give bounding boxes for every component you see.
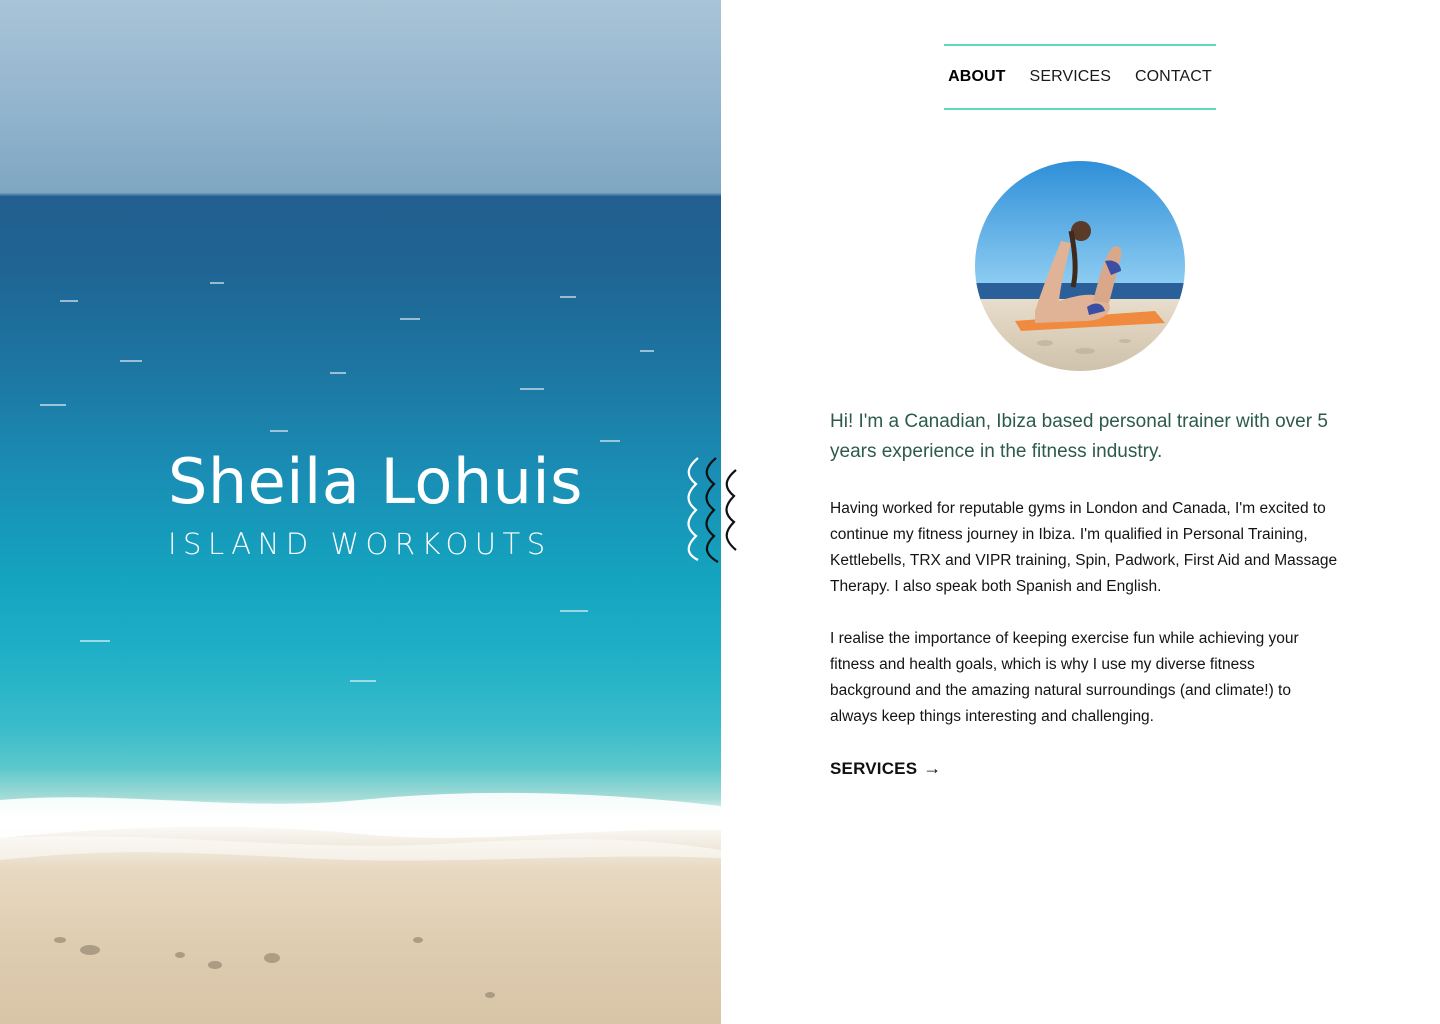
trainer-photo	[975, 161, 1185, 371]
about-panel: ABOUT SERVICES CONTACT Hi! I'm a Canadia…	[721, 0, 1440, 1024]
nav-item-contact[interactable]: CONTACT	[1135, 68, 1212, 86]
nav-item-services[interactable]: SERVICES	[1030, 68, 1111, 86]
about-paragraph: Having worked for reputable gyms in Lond…	[830, 500, 1338, 595]
services-link[interactable]: SERVICES →	[830, 758, 941, 779]
main-nav: ABOUT SERVICES CONTACT	[944, 44, 1216, 110]
hero-title: Sheila Lohuis	[168, 445, 583, 518]
hero-text: Sheila Lohuis ISLAND WORKOUTS	[168, 446, 583, 564]
yoga-pose-image	[975, 161, 1185, 371]
services-link-label: SERVICES	[830, 758, 918, 778]
hero-image: Sheila Lohuis ISLAND WORKOUTS	[0, 0, 721, 1024]
nav-item-about[interactable]: ABOUT	[948, 68, 1005, 86]
arrow-right-icon: →	[923, 758, 942, 778]
hero-subtitle: ISLAND WORKOUTS	[168, 527, 552, 561]
intro-text: Hi! I'm a Canadian, Ibiza based personal…	[830, 411, 1328, 462]
about-paragraph: I realise the importance of keeping exer…	[830, 630, 1299, 725]
